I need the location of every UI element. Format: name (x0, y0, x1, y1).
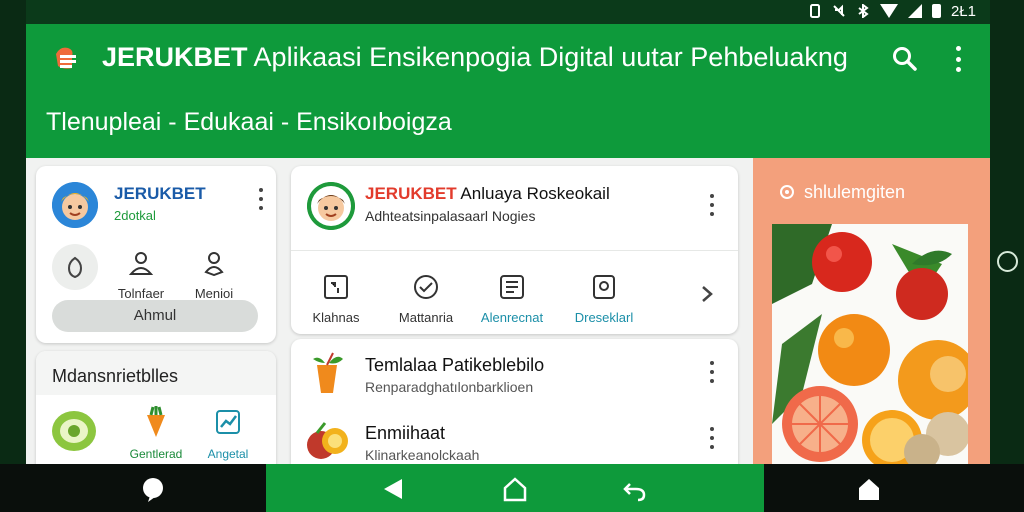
fruit-icon (305, 419, 351, 463)
app-title-text: Aplikaasi Ensikenpogia Digital uutar Peh… (253, 42, 848, 72)
category-label: Gentlerad (129, 447, 183, 461)
profile-action-shield[interactable] (52, 244, 98, 290)
list-item-title[interactable]: Enmiihaat (365, 423, 445, 444)
left-gutter (0, 0, 26, 512)
profile-card: JERUKBET 2dotkal Tolnfaer Menioi Ahmul (36, 166, 276, 343)
category-chart[interactable]: Angetal (196, 409, 260, 461)
profile-action-transfer[interactable]: Tolnfaer (106, 250, 176, 301)
feature-menu-icon[interactable] (707, 194, 717, 216)
app-brand: JERUKBET (102, 42, 248, 72)
feature-title: JERUKBET Anluaya Roskeokail (365, 184, 610, 204)
list-item-title[interactable]: Temlalaa Patikeblebilo (365, 355, 544, 376)
feature-nav-label: Dreseklarl (574, 310, 634, 325)
vibrate-icon (808, 4, 822, 18)
avatar[interactable] (52, 182, 98, 228)
person-pin-icon (201, 250, 227, 277)
gear-icon (779, 184, 795, 200)
app-window: JERUKBET Aplikaasi Ensikenpogia Digital … (26, 24, 990, 464)
list-card: Temlalaa Patikeblebilo Renparadghatılonb… (291, 339, 738, 464)
profile-button[interactable]: Ahmul (52, 300, 258, 332)
juice-icon (307, 351, 347, 395)
feature-nav-klahnas[interactable]: Klahnas (305, 274, 367, 325)
profile-action-label: Menioi (194, 286, 234, 301)
menu-icon[interactable] (52, 44, 82, 72)
status-time: 2Ł1 (950, 2, 976, 20)
recents-icon[interactable] (622, 476, 648, 502)
person-icon (128, 250, 154, 276)
list-item-menu-icon[interactable] (707, 427, 717, 449)
list-item-menu-icon[interactable] (707, 361, 717, 383)
category-label: Angetal (207, 447, 249, 461)
feature-nav-dreseklarl[interactable]: Dreseklarl (565, 274, 643, 325)
carrot-icon (141, 405, 171, 439)
feature-brand: JERUKBET (365, 184, 457, 203)
back-icon[interactable] (380, 476, 406, 502)
side-panel: shlulemgiten (753, 158, 990, 464)
app-bar: JERUKBET Aplikaasi Ensikenpogia Digital … (26, 24, 990, 158)
side-panel-title: shlulemgiten (804, 182, 906, 202)
bluetooth-icon (856, 3, 870, 19)
feature-title-text: Anluaya Roskeokail (460, 184, 610, 203)
categories-card: Mdansnrietblles Gentlerad Angetal (36, 351, 276, 464)
overflow-menu-icon[interactable] (952, 46, 964, 72)
profile-menu-icon[interactable] (256, 188, 266, 210)
chevron-right-icon[interactable] (699, 284, 715, 304)
feature-nav-alenrecnat[interactable]: Alenrecnat (475, 274, 549, 325)
feature-avatar (307, 182, 355, 230)
feature-card: JERUKBET Anluaya Roskeokail Adhteatsinpa… (291, 166, 738, 334)
feature-sub: Adhteatsinpalasaarl Nogies (365, 208, 536, 224)
feature-nav-label: Klahnas (312, 310, 360, 325)
battery-icon (931, 4, 941, 18)
divider (291, 250, 738, 251)
device-icon (591, 274, 617, 300)
categories-header: Mdansnrietblles (52, 366, 179, 386)
status-bar: 2Ł1 (26, 0, 990, 22)
profile-action-menu[interactable]: Menioi (180, 250, 248, 301)
side-panel-header[interactable]: shlulemgiten (779, 182, 905, 203)
emoji-icon (413, 274, 439, 300)
profile-name: JERUKBET (114, 184, 206, 203)
app-subtitle: Tlenupleai - Edukaai - Ensikoıboigza (46, 108, 452, 136)
assistant-icon[interactable] (140, 476, 166, 502)
shield-icon (52, 244, 98, 290)
system-nav-bar (0, 464, 1024, 512)
home-icon[interactable] (502, 476, 528, 502)
list-item-sub: Klinarkeanolckaah (365, 447, 480, 463)
floating-ring-icon[interactable] (997, 251, 1018, 272)
fruit-image (772, 224, 968, 464)
chart-icon (215, 409, 241, 435)
list-item-sub: Renparadghatılonbarklioen (365, 379, 534, 395)
category-carrot[interactable]: Gentlerad (116, 405, 196, 461)
mute-icon (832, 4, 846, 18)
profile-sub: 2dotkal (114, 208, 156, 223)
profile-action-label: Tolnfaer (117, 286, 165, 301)
app-title: JERUKBET Aplikaasi Ensikenpogia Digital … (102, 42, 848, 73)
grid-icon (323, 274, 349, 300)
home-shortcut-icon[interactable] (856, 476, 882, 502)
signal-icon (907, 4, 922, 18)
list-icon (499, 274, 525, 300)
feature-nav-mattanria[interactable]: Mattanria (391, 274, 461, 325)
feature-nav-label: Mattanria (398, 310, 454, 325)
wifi-icon (879, 4, 898, 18)
category-melon[interactable] (50, 405, 102, 453)
melon-icon (50, 405, 98, 453)
search-icon[interactable] (892, 46, 918, 72)
feature-nav-label: Alenrecnat (480, 310, 544, 325)
